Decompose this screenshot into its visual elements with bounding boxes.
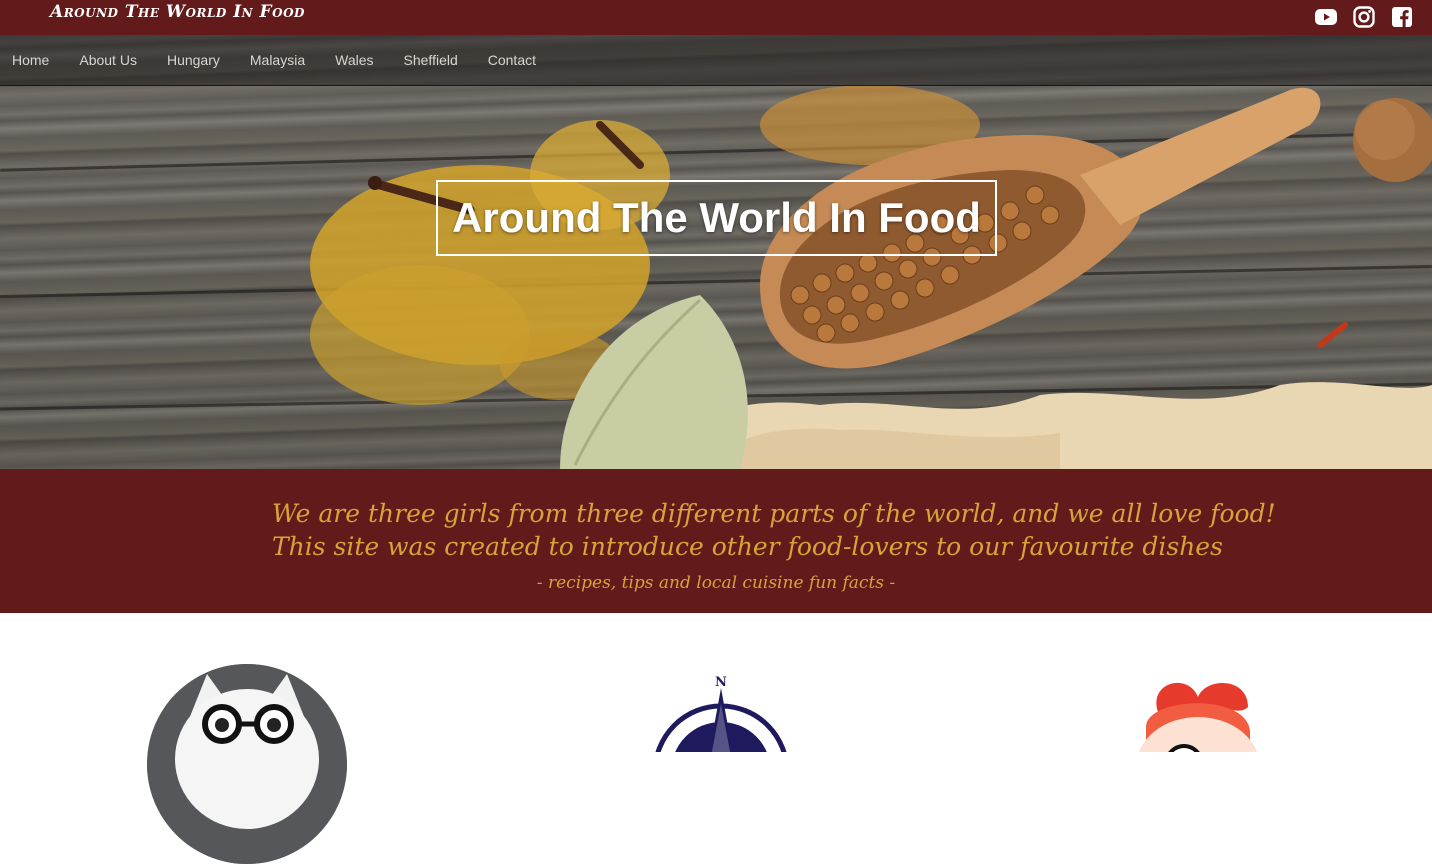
intro-line-2: This site was created to introduce other… bbox=[272, 532, 1223, 561]
nav-item-contact[interactable]: Contact bbox=[488, 52, 536, 68]
nav-item-hungary[interactable]: Hungary bbox=[167, 52, 220, 68]
social-links bbox=[1314, 5, 1414, 29]
youtube-icon[interactable] bbox=[1314, 5, 1338, 29]
intro-line-1: We are three girls from three different … bbox=[272, 499, 1276, 528]
site-logo[interactable]: Around The World In Food bbox=[50, 2, 305, 22]
cartoon-girl-avatar[interactable] bbox=[1128, 672, 1268, 752]
svg-text:N: N bbox=[715, 675, 727, 690]
nav-item-home[interactable]: Home bbox=[12, 52, 49, 68]
nav-item-about-us[interactable]: About Us bbox=[79, 52, 137, 68]
intro-section: We are three girls from three different … bbox=[0, 469, 1432, 613]
instagram-icon[interactable] bbox=[1352, 5, 1376, 29]
cat-with-glasses-avatar[interactable] bbox=[147, 664, 347, 864]
compass-rose-icon[interactable]: N bbox=[650, 672, 792, 752]
hero-banner: Home About Us Hungary Malaysia Wales She… bbox=[0, 35, 1432, 469]
top-brand-bar: Around The World In Food bbox=[0, 0, 1432, 35]
intro-tagline: - recipes, tips and local cuisine fun fa… bbox=[536, 573, 896, 593]
main-nav: Home About Us Hungary Malaysia Wales She… bbox=[0, 35, 1432, 86]
hero-title: Around The World In Food bbox=[452, 194, 981, 241]
nav-item-wales[interactable]: Wales bbox=[335, 52, 373, 68]
nav-item-malaysia[interactable]: Malaysia bbox=[250, 52, 305, 68]
hero-title-box: Around The World In Food bbox=[436, 180, 997, 256]
nav-item-sheffield[interactable]: Sheffield bbox=[404, 52, 458, 68]
facebook-icon[interactable] bbox=[1390, 5, 1414, 29]
